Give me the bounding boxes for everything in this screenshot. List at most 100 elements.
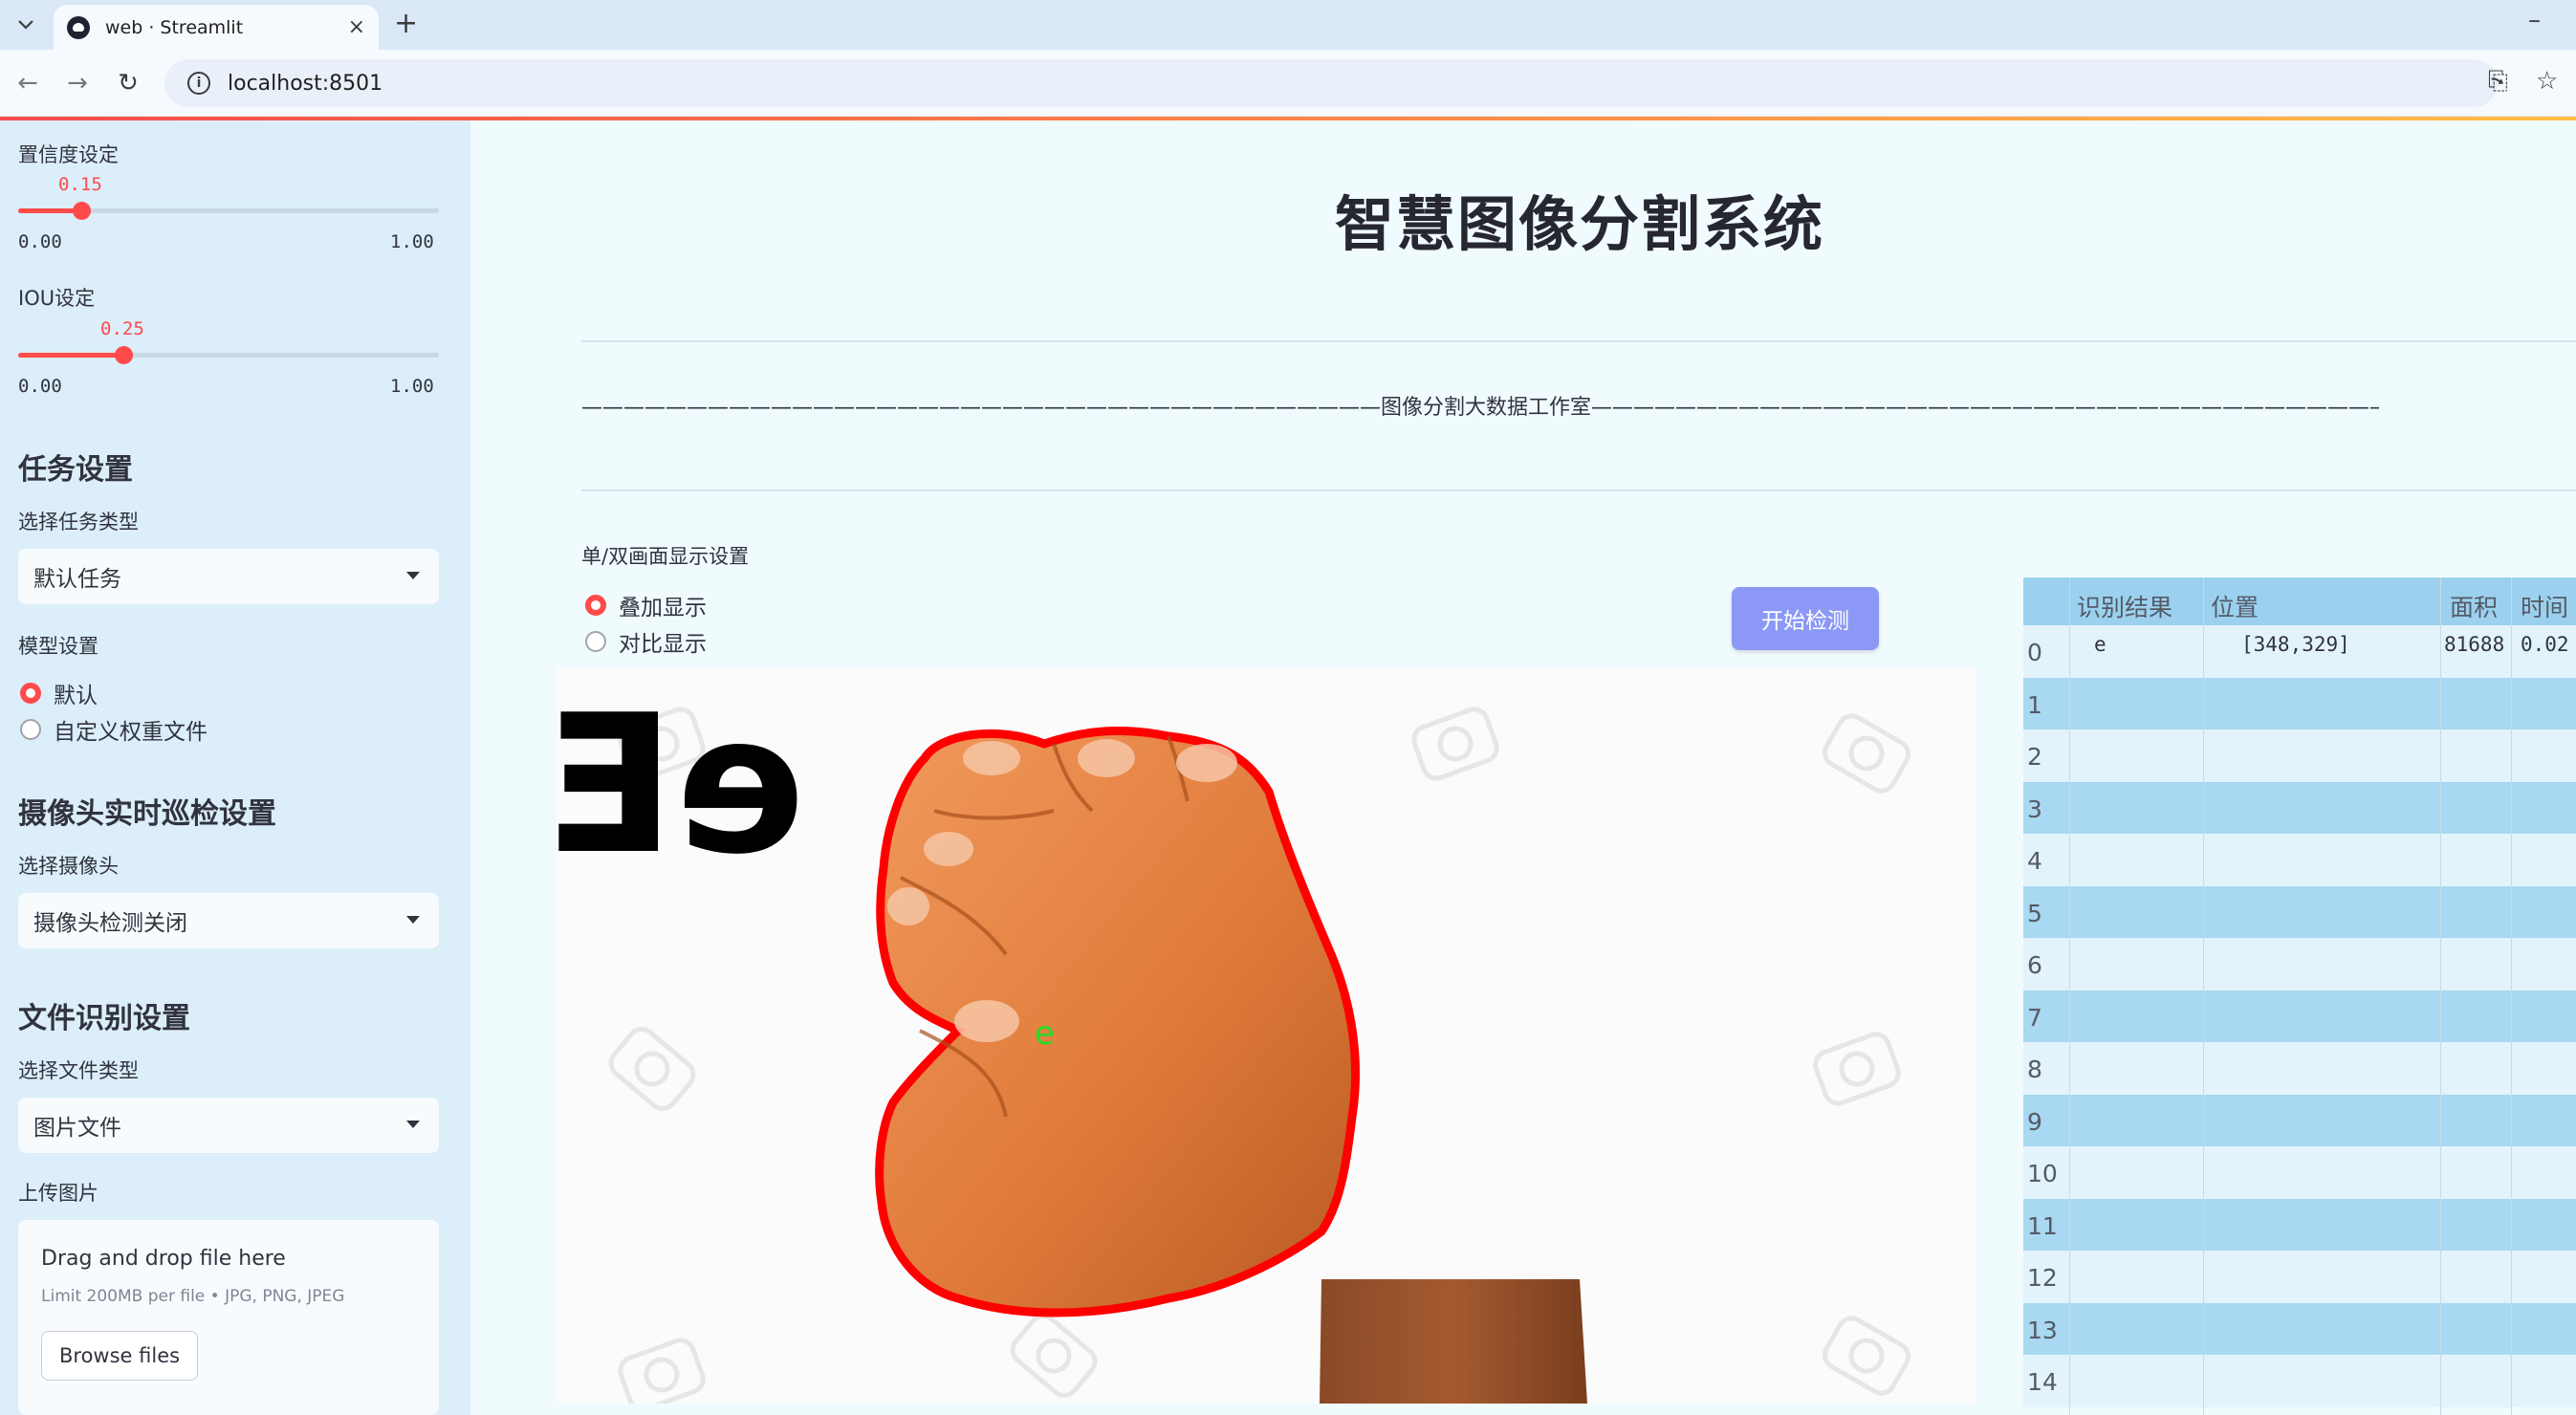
tab-close-icon[interactable]: × — [348, 15, 365, 39]
table-row[interactable]: 9 — [2023, 1094, 2576, 1147]
file-type-label: 选择文件类型 — [18, 1059, 139, 1082]
table-row[interactable]: 12 — [2023, 1251, 2576, 1303]
model-option-label: 默认 — [54, 684, 98, 708]
segmentation-mask — [875, 727, 1361, 1317]
table-row[interactable]: 4 — [2023, 834, 2576, 886]
column-divider — [2203, 577, 2204, 1415]
streamlit-favicon-icon — [67, 15, 90, 39]
iou-slider[interactable] — [18, 346, 439, 364]
browse-files-button[interactable]: Browse files — [41, 1331, 199, 1381]
file-dropzone[interactable]: Drag and drop file here Limit 200MB per … — [18, 1220, 439, 1415]
table-row[interactable]: 5 — [2023, 885, 2576, 939]
translate-icon[interactable]: ⎘ — [2488, 67, 2508, 97]
row-index: 6 — [2027, 951, 2042, 979]
table-row[interactable]: 1 — [2023, 677, 2576, 730]
table-row[interactable]: 13 — [2023, 1302, 2576, 1356]
divider — [581, 490, 2576, 491]
table-row[interactable]: 6 — [2023, 938, 2576, 990]
column-divider — [2069, 577, 2070, 1415]
iou-min: 0.00 — [18, 376, 62, 397]
radio-icon — [585, 631, 606, 652]
radio-icon — [20, 683, 41, 704]
chevron-down-icon — [406, 572, 420, 579]
results-table[interactable]: 识别结果 位置 面积 时间 0 e [348,329] 81688 0.02 1 2 3 4 5 6… — [2023, 577, 2576, 1415]
dropzone-limit: Limit 200MB per file • JPG, PNG, JPEG — [41, 1287, 345, 1306]
chevron-down-icon — [406, 1121, 420, 1128]
start-detection-button[interactable]: 开始检测 — [1732, 587, 1879, 650]
new-tab-button[interactable]: + — [394, 7, 418, 40]
table-row[interactable]: 0 e [348,329] 81688 0.02 — [2023, 625, 2576, 678]
model-option-default[interactable]: 默认 — [20, 677, 98, 709]
arm-shape — [1320, 1279, 1587, 1404]
back-icon[interactable]: ← — [11, 67, 44, 99]
iou-slider-thumb[interactable] — [115, 346, 133, 364]
table-row[interactable]: 14 — [2023, 1355, 2576, 1407]
row-index: 11 — [2027, 1211, 2058, 1240]
file-type-selected: 图片文件 — [33, 1116, 121, 1141]
row-index: 2 — [2027, 743, 2042, 771]
confidence-value: 0.15 — [58, 174, 102, 195]
row-index: 0 — [2027, 639, 2042, 666]
radio-icon — [585, 595, 606, 616]
upload-label: 上传图片 — [18, 1182, 98, 1205]
studio-banner: ——————————————————————————————————————图像… — [581, 396, 2379, 420]
dropzone-text: Drag and drop file here — [41, 1247, 286, 1271]
row-index: 4 — [2027, 847, 2042, 875]
column-header-time: 时间 — [2521, 594, 2569, 621]
model-option-custom[interactable]: 自定义权重文件 — [20, 713, 207, 746]
row-index: 3 — [2027, 795, 2042, 823]
cell-time: 0.02 — [2521, 633, 2569, 656]
display-option-overlay[interactable]: 叠加显示 — [585, 589, 707, 621]
table-row[interactable]: 3 — [2023, 781, 2576, 835]
forward-icon[interactable]: → — [61, 67, 94, 99]
table-row[interactable]: 8 — [2023, 1042, 2576, 1095]
display-option-compare[interactable]: 对比显示 — [585, 625, 707, 658]
url-text: localhost:8501 — [228, 71, 383, 96]
camera-select-label: 选择摄像头 — [18, 855, 119, 878]
site-info-icon[interactable]: i — [187, 72, 210, 95]
iou-value: 0.25 — [100, 318, 144, 339]
table-row[interactable]: 7 — [2023, 990, 2576, 1043]
display-option-label: 对比显示 — [619, 632, 707, 657]
model-option-label: 自定义权重文件 — [54, 720, 207, 745]
cell-result: e — [2094, 633, 2107, 656]
minimize-button[interactable]: – — [2528, 6, 2541, 34]
table-row[interactable]: 11 — [2023, 1198, 2576, 1252]
browser-tab-bar: web · Streamlit × + – — [0, 0, 2576, 50]
confidence-slider-thumb[interactable] — [73, 202, 91, 220]
display-mode-label: 单/双画面显示设置 — [581, 545, 750, 568]
confidence-slider[interactable] — [18, 202, 439, 220]
row-index: 5 — [2027, 899, 2042, 927]
page-title: 智慧图像分割系统 — [1335, 189, 1825, 259]
camera-select[interactable]: 摄像头检测关闭 — [18, 893, 439, 948]
row-index: 7 — [2027, 1003, 2042, 1032]
column-header-result: 识别结果 — [2077, 594, 2173, 621]
model-settings-label: 模型设置 — [18, 635, 98, 658]
row-index: 8 — [2027, 1056, 2042, 1083]
reload-icon[interactable]: ↻ — [112, 67, 144, 99]
chevron-down-icon — [406, 916, 420, 924]
url-omnibox[interactable]: i localhost:8501 — [164, 59, 2498, 107]
task-type-select[interactable]: 默认任务 — [18, 549, 439, 604]
browser-tab[interactable]: web · Streamlit × — [54, 5, 379, 50]
confidence-label: 置信度设定 — [18, 143, 119, 166]
tab-list-button[interactable] — [10, 9, 42, 41]
row-index: 10 — [2027, 1160, 2058, 1187]
table-row[interactable]: 10 — [2023, 1146, 2576, 1199]
row-index: 13 — [2027, 1316, 2058, 1344]
file-type-select[interactable]: 图片文件 — [18, 1098, 439, 1153]
file-settings-header: 文件识别设置 — [18, 1002, 190, 1035]
task-type-label: 选择任务类型 — [18, 511, 139, 533]
column-header-area: 面积 — [2450, 594, 2499, 621]
camera-settings-header: 摄像头实时巡检设置 — [18, 797, 276, 831]
segmentation-result-graphic: eE e — [557, 674, 1911, 1404]
iou-label: IOU设定 — [18, 287, 96, 310]
detection-label: e — [1035, 1014, 1055, 1053]
bookmark-star-icon[interactable]: ☆ — [2536, 67, 2558, 96]
iou-max: 1.00 — [390, 376, 434, 397]
display-option-label: 叠加显示 — [619, 596, 707, 620]
row-index: 9 — [2027, 1107, 2042, 1136]
table-row[interactable]: 2 — [2023, 729, 2576, 782]
tab-title: web · Streamlit — [105, 16, 244, 38]
overlay-text: eE — [557, 674, 805, 897]
